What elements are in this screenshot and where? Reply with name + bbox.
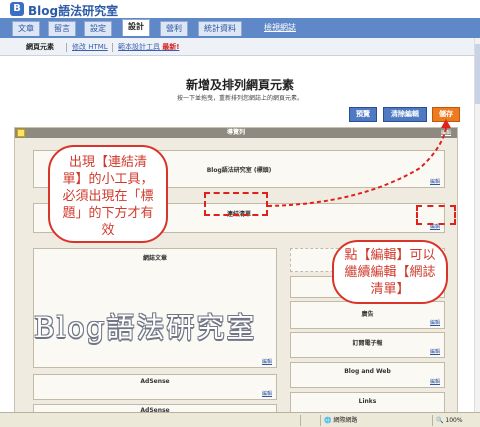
globe-icon: 🌐 — [324, 417, 332, 424]
callout-right: 點【編輯】可以繼續編輯【網誌清單】 — [332, 240, 448, 304]
callout-left: 出現【連結清單】的小工具，必須出現在「標題」的下方才有效 — [48, 145, 168, 243]
status-zone: 🌐 網際網路 — [320, 415, 400, 426]
watermark: Blog語法研究室 — [34, 311, 257, 344]
browser-status-bar: 🌐 網際網路 🔍 100% — [0, 412, 480, 427]
status-divider — [300, 415, 304, 426]
magnifier-icon: 🔍 — [436, 417, 444, 424]
zoom-control[interactable]: 🔍 100% — [432, 415, 480, 426]
status-zone-label: 網際網路 — [333, 417, 358, 424]
dashed-arrow-to-save — [267, 127, 447, 207]
zoom-level: 100% — [445, 417, 463, 424]
arrowhead-icon — [441, 119, 451, 128]
